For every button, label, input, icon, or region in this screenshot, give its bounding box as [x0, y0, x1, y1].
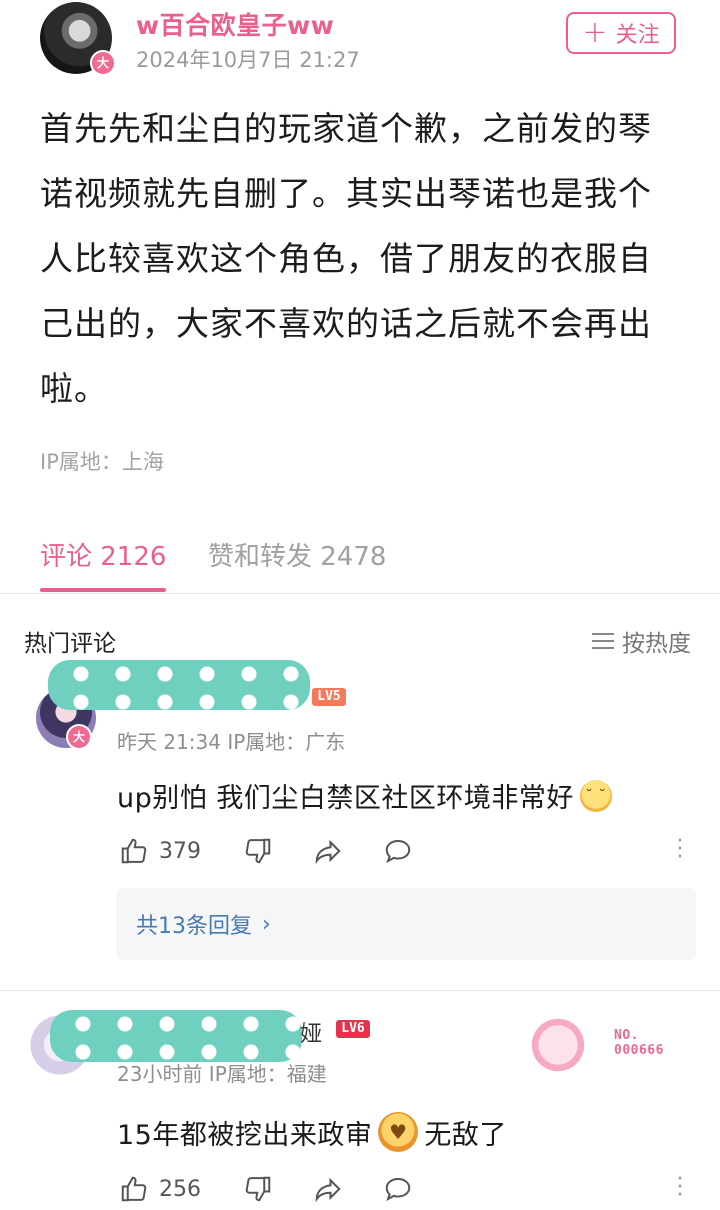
sort-label: 按热度 [622, 631, 691, 657]
comment-bubble-icon[interactable] [381, 834, 415, 868]
view-replies-button[interactable]: 共13条回复 › [116, 888, 696, 960]
decoration-card-icon[interactable] [530, 1012, 586, 1072]
like-count: 379 [159, 838, 201, 864]
thumbs-up-icon[interactable] [117, 834, 151, 868]
thumbs-down-icon[interactable] [241, 1172, 275, 1206]
sort-button[interactable]: 按热度 [592, 624, 691, 658]
chevron-right-icon: › [262, 911, 271, 937]
tab-active-indicator [40, 588, 166, 592]
thumbs-up-icon[interactable] [117, 1172, 151, 1206]
plus-icon: + [582, 15, 608, 50]
comment-meta: 23小时前 IP属地：福建 [117, 1062, 327, 1086]
username-mask [48, 660, 310, 710]
share-icon[interactable] [311, 1172, 345, 1206]
comment-text-content: 无敌了 [424, 1119, 507, 1151]
author-badge: 大 [90, 50, 116, 76]
comment-divider [0, 990, 720, 991]
post-ip-location: IP属地：上海 [40, 450, 164, 474]
share-icon[interactable] [311, 834, 345, 868]
replies-count-label: 共13条回复 [136, 914, 252, 939]
comment-actions: 256 [117, 1172, 415, 1206]
comment-text: 15年都被挖出来政审 ♥ 无敌了 [117, 1112, 507, 1152]
sticker-face-emoji-icon: ♥ [378, 1112, 419, 1152]
more-vertical-icon[interactable]: · · · [675, 1169, 685, 1207]
username-visible-part[interactable]: 娅 [300, 1016, 322, 1048]
follow-label: 关注 [615, 23, 660, 48]
more-vertical-icon[interactable]: · · · [675, 831, 685, 869]
username-mask [50, 1010, 302, 1062]
level-badge: LV6 [336, 1020, 370, 1038]
tab-comments[interactable]: 评论 2126 [40, 536, 166, 573]
comment-text: up别怕 我们尘白禁区社区环境非常好 ˘ ˘ [117, 776, 612, 815]
tab-divider [0, 593, 720, 594]
decoration-number: NO. 000666 [614, 1028, 664, 1058]
commenter-badge: 大 [66, 724, 92, 750]
post-body: 首先先和尘白的玩家道个歉，之前发的琴诺视频就先自删了。其实出琴诺也是我个人比较喜… [40, 109, 652, 408]
author-name[interactable]: w百合欧皇子ww [136, 6, 334, 42]
like-count: 256 [159, 1176, 201, 1202]
menu-lines-icon [592, 633, 614, 649]
huffing-face-emoji-icon: ˘ ˘ [579, 779, 612, 812]
author-avatar[interactable]: 大 [40, 2, 116, 76]
post-date: 2024年10月7日 21:27 [136, 48, 360, 72]
follow-button[interactable]: + 关注 [566, 12, 676, 54]
comment-meta: 昨天 21:34 IP属地：广东 [117, 730, 346, 754]
comment-text-content: 15年都被挖出来政审 [117, 1119, 373, 1151]
comment-text-content: up别怕 我们尘白禁区社区环境非常好 [117, 783, 574, 814]
hot-comments-title: 热门评论 [24, 631, 116, 657]
level-badge: LV5 [312, 688, 346, 706]
comment-actions: 379 [117, 834, 415, 868]
comment-bubble-icon[interactable] [381, 1172, 415, 1206]
thumbs-down-icon[interactable] [241, 834, 275, 868]
tab-likes-reposts[interactable]: 赞和转发 2478 [208, 536, 386, 573]
